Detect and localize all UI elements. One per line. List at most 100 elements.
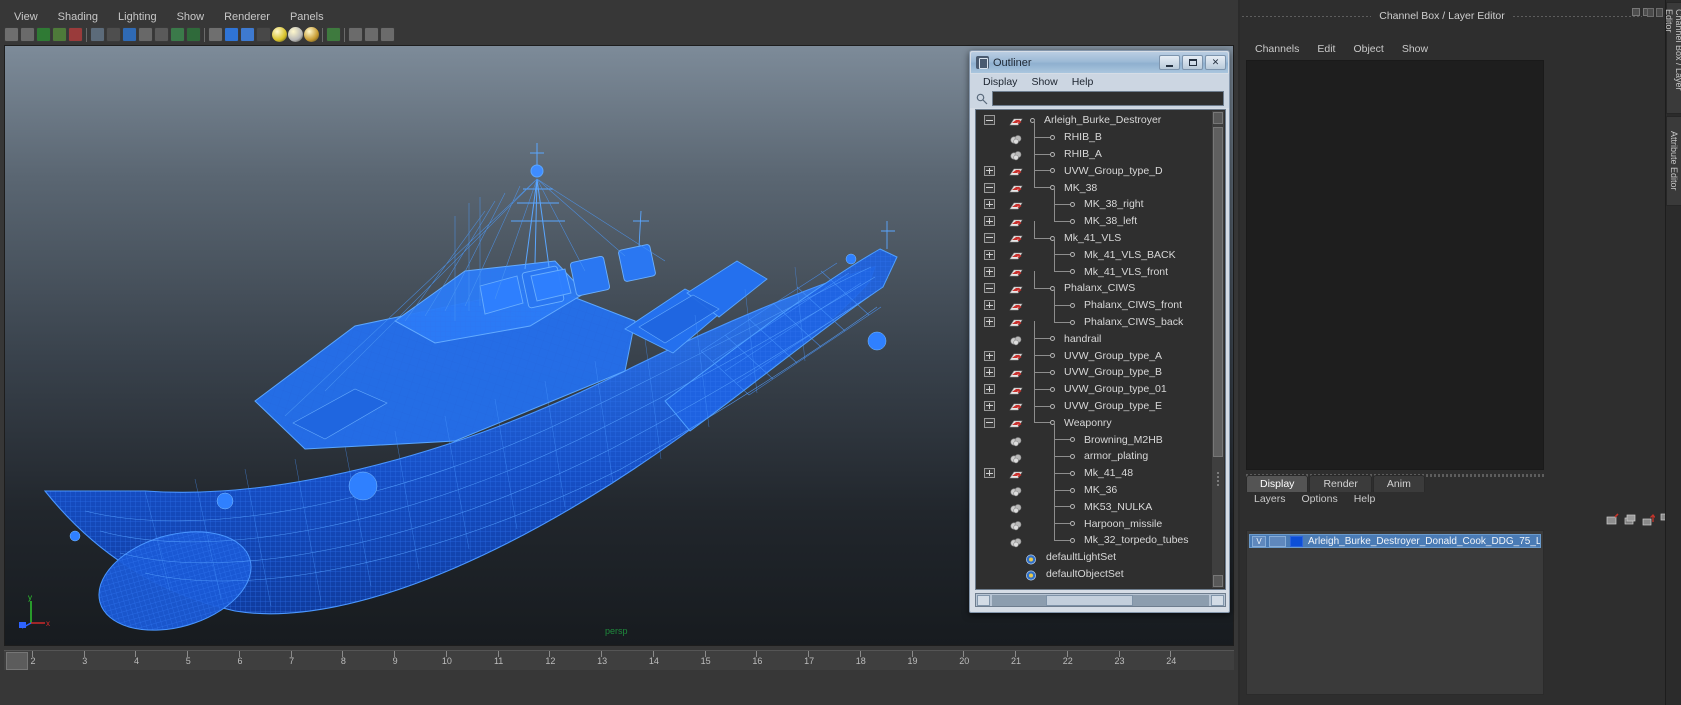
outliner-row[interactable]: Weaponry [976, 405, 1212, 431]
tree-node-dot[interactable] [1070, 521, 1075, 527]
expand-icon[interactable] [984, 199, 995, 210]
tree-node-dot[interactable] [1070, 453, 1075, 459]
expand-icon[interactable] [984, 249, 995, 260]
outliner-row[interactable]: defaultLightSet [976, 549, 1212, 566]
outliner-node-label[interactable]: defaultObjectSet [1046, 568, 1124, 580]
tree-node-dot[interactable] [1050, 151, 1055, 157]
tree-node-dot[interactable] [1070, 437, 1075, 443]
shadows-icon[interactable] [240, 27, 255, 42]
paint-icon[interactable] [52, 27, 67, 42]
tree-node-dot[interactable] [1070, 537, 1075, 543]
outliner-row[interactable]: MK_38_right [976, 186, 1212, 213]
expand-icon[interactable] [984, 384, 995, 395]
tree-node-dot[interactable] [1050, 134, 1055, 140]
layer-list[interactable]: V Arleigh_Burke_Destroyer_Donald_Cook_DD… [1246, 530, 1544, 695]
outliner-node-label[interactable]: UVW_Group_type_A [1064, 350, 1162, 362]
xray-icon[interactable] [154, 27, 169, 42]
image-plane-icon[interactable] [20, 27, 35, 42]
ao-icon[interactable] [256, 27, 271, 42]
outliner-node-label[interactable]: Weaponry [1064, 417, 1112, 429]
outliner-vertical-scrollbar[interactable] [1212, 111, 1224, 588]
flat-shade-icon[interactable] [138, 27, 153, 42]
outliner-node-label[interactable]: MK53_NULKA [1084, 501, 1152, 513]
expand-icon[interactable] [984, 266, 995, 277]
expand-icon[interactable] [984, 400, 995, 411]
hscroll-track[interactable] [992, 594, 1209, 606]
viewport-menu-lighting[interactable]: Lighting [108, 10, 167, 24]
outliner-row[interactable]: UVW_Group_type_A [976, 338, 1212, 364]
channels-menu[interactable]: Channels [1246, 42, 1308, 56]
outliner-row[interactable]: Mk_41_48 [976, 455, 1212, 482]
ship-wireframe-model[interactable] [25, 71, 925, 631]
outliner-row[interactable]: Mk_41_VLS_BACK [976, 237, 1212, 263]
collapse-icon[interactable] [984, 417, 995, 428]
outliner-node-label[interactable]: MK_36 [1084, 484, 1117, 496]
outliner-row[interactable]: MK_38_left [976, 203, 1212, 230]
outliner-node-label[interactable]: Phalanx_CIWS_back [1084, 316, 1183, 328]
outliner-row[interactable]: Phalanx_CIWS [976, 270, 1212, 297]
tree-node-dot[interactable] [1050, 369, 1055, 375]
outliner-row[interactable]: UVW_Group_type_B [976, 354, 1212, 381]
outliner-row[interactable]: UVW_Group_type_D [976, 153, 1212, 179]
outliner-menu-show[interactable]: Show [1024, 76, 1064, 88]
outliner-node-label[interactable]: MK_38_right [1084, 198, 1144, 210]
tree-node-dot[interactable] [1070, 319, 1075, 325]
outliner-node-label[interactable]: UVW_Group_type_B [1064, 366, 1162, 378]
outliner-titlebar[interactable]: Outliner ✕ [971, 52, 1228, 73]
outliner-node-label[interactable]: Arleigh_Burke_Destroyer [1044, 114, 1161, 126]
tree-node-dot[interactable] [1070, 504, 1075, 510]
tree-node-dot[interactable] [1070, 302, 1075, 308]
side-tab-channel-box[interactable]: Channel Box / Layer Editor [1664, 2, 1681, 114]
outliner-node-label[interactable]: Mk_41_VLS [1064, 232, 1121, 244]
outliner-node-label[interactable]: handrail [1064, 333, 1101, 345]
outliner-node-label[interactable]: RHIB_A [1064, 148, 1102, 160]
isolate-select-icon[interactable] [348, 27, 363, 42]
layer-color-swatch[interactable] [1290, 535, 1303, 547]
outliner-row[interactable]: Mk_32_torpedo_tubes [976, 522, 1212, 549]
tree-node-dot[interactable] [1070, 252, 1075, 258]
outliner-node-label[interactable]: Phalanx_CIWS_front [1084, 299, 1182, 311]
scroll-right-arrow-icon[interactable] [1211, 594, 1224, 606]
expand-icon[interactable] [984, 367, 995, 378]
channel-box-content[interactable] [1246, 60, 1544, 470]
tab-display[interactable]: Display [1246, 475, 1309, 492]
expand-icon[interactable] [984, 300, 995, 311]
drag-handle-right[interactable] [1512, 15, 1642, 17]
tab-anim[interactable]: Anim [1372, 475, 1425, 492]
viewport-menu-show[interactable]: Show [167, 10, 215, 24]
collapse-icon[interactable] [984, 182, 995, 193]
new-layer-icon[interactable] [1606, 512, 1619, 526]
use-default-light-icon[interactable] [208, 27, 223, 42]
side-tab-attribute-editor[interactable]: Attribute Editor [1666, 116, 1681, 206]
outliner-node-label[interactable]: UVW_Group_type_E [1064, 400, 1162, 412]
outliner-row[interactable]: UVW_Group_type_E [976, 388, 1212, 415]
new-layer-from-selected-icon[interactable] [1624, 513, 1637, 526]
viewport-menu-shading[interactable]: Shading [48, 10, 108, 24]
tree-node-dot[interactable] [1070, 487, 1075, 493]
outliner-row[interactable]: MK_36 [976, 472, 1212, 499]
wireframe-icon[interactable] [90, 27, 105, 42]
outliner-row[interactable]: Phalanx_CIWS_back [976, 304, 1212, 331]
outliner-menu-display[interactable]: Display [976, 76, 1024, 88]
light-amber-icon[interactable] [304, 27, 319, 42]
tree-node-dot[interactable] [1070, 201, 1075, 207]
timeline[interactable]: 2 3 4 5 6 7 8 9 10 11 12 13 14 15 16 17 18 19 20 21 22 23 24 [4, 650, 1234, 670]
scroll-up-arrow-icon[interactable] [1213, 112, 1223, 124]
outliner-resize-grip[interactable] [1217, 470, 1222, 492]
tree-node-dot[interactable] [1050, 168, 1055, 174]
outliner-node-label[interactable]: Harpoon_missile [1084, 518, 1162, 530]
outliner-row[interactable]: handrail [976, 321, 1212, 347]
outliner-row[interactable]: RHIB_A [976, 136, 1212, 163]
outliner-node-label[interactable]: Mk_41_VLS_BACK [1084, 249, 1176, 261]
dock-dismiss-icon[interactable] [1656, 8, 1663, 17]
layer-visibility-toggle[interactable]: V [1252, 535, 1266, 547]
outliner-horizontal-scrollbar[interactable] [975, 593, 1226, 607]
tree-node-dot[interactable] [1070, 269, 1075, 275]
outliner-node-label[interactable]: Phalanx_CIWS [1064, 282, 1135, 294]
text-display-icon[interactable] [186, 27, 201, 42]
tree-node-dot[interactable] [1050, 353, 1055, 359]
xray-joints-icon[interactable] [170, 27, 185, 42]
expand-icon[interactable] [984, 165, 995, 176]
expand-icon[interactable] [984, 350, 995, 361]
edit-menu[interactable]: Edit [1308, 42, 1344, 56]
